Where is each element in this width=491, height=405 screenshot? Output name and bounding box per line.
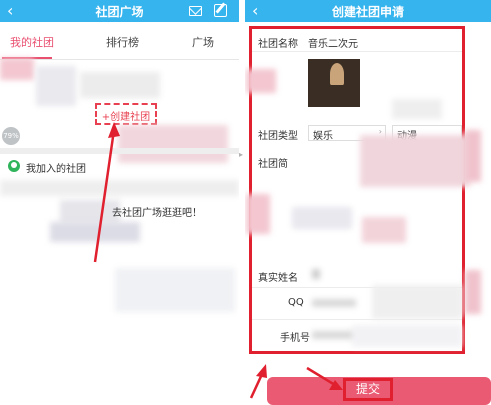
club-square-screen: ‹ 社团广场 我的社团 排行榜 广场 +创建社团 79% 我加入的社团 去社团广… bbox=[0, 0, 239, 405]
create-club-form-screen: ‹ 创建社团申请 社团名称 音乐二次元 社团类型 娱乐 › 动漫 社团简 真实姓… bbox=[245, 0, 491, 405]
annotation-arrow-icon bbox=[93, 122, 120, 263]
annotation-arrows-icon bbox=[249, 364, 343, 399]
arrow-right-icon: ▸ bbox=[239, 150, 244, 159]
